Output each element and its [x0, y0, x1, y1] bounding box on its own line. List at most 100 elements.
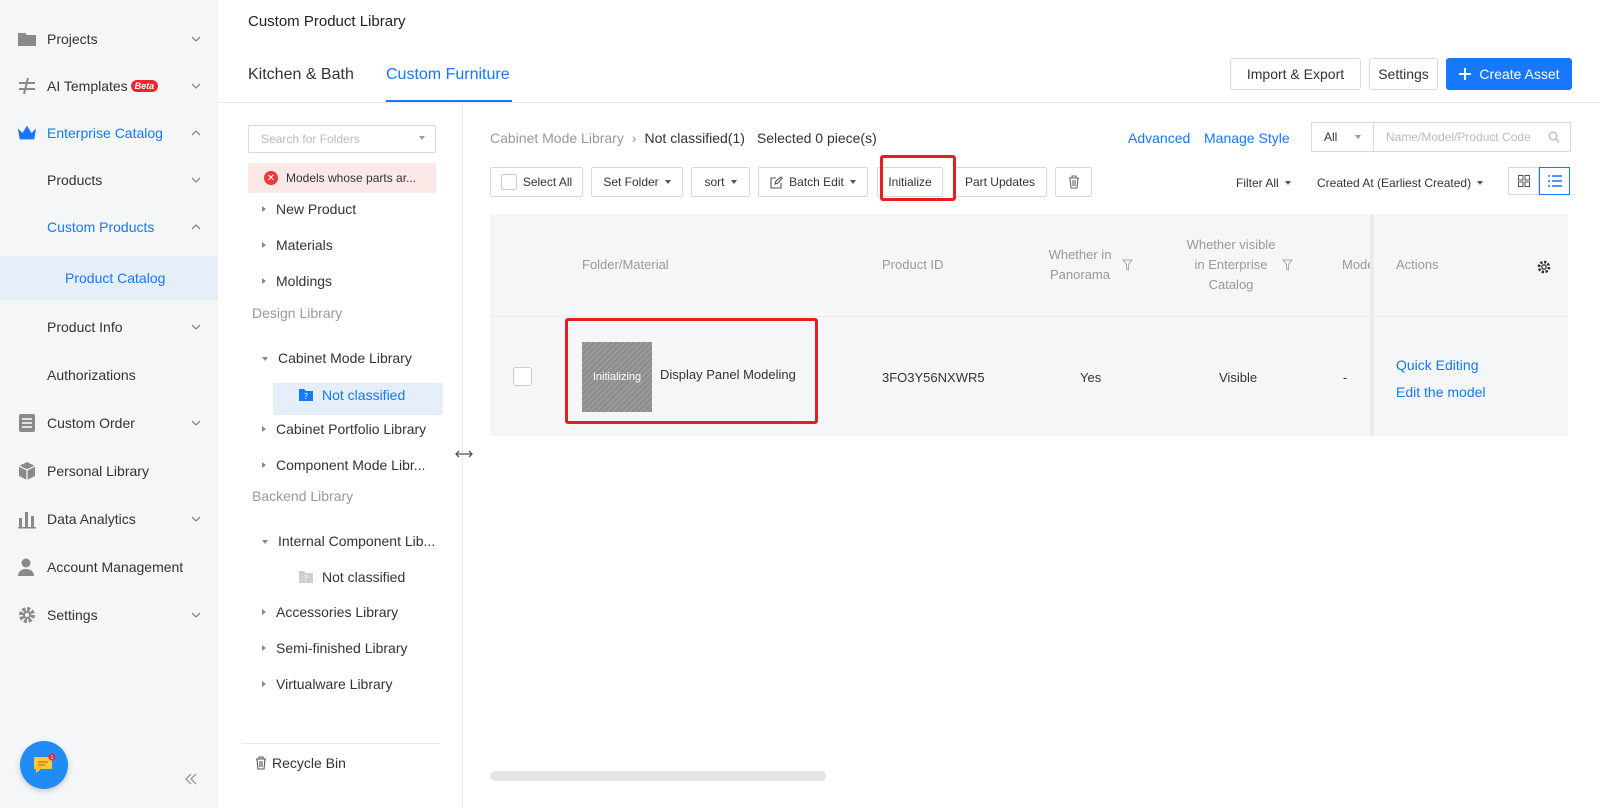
tree-item-virtualware[interactable]: Virtualware Library: [262, 676, 392, 692]
sidebar-item-products[interactable]: Products: [0, 158, 218, 202]
in-panorama-value: Yes: [1080, 370, 1102, 385]
error-folder-item[interactable]: ✕ Models whose parts ar...: [248, 163, 436, 193]
create-asset-button[interactable]: Create Asset: [1446, 58, 1572, 90]
tree-item-not-classified-2[interactable]: ? Not classified: [298, 569, 405, 585]
panel-resize-handle-icon[interactable]: [455, 446, 473, 462]
recycle-bin-button[interactable]: Recycle Bin: [254, 755, 346, 771]
sidebar-item-account-management[interactable]: Account Management: [0, 545, 218, 589]
filter-all-dropdown[interactable]: Filter All: [1236, 176, 1291, 190]
grid-view-toggle[interactable]: [1508, 167, 1539, 195]
list-icon: [1547, 175, 1562, 187]
svg-text:?: ?: [304, 392, 308, 401]
selected-count: Selected 0 piece(s): [756, 130, 877, 146]
folder-tree-panel: Search for Folders ✕ Models whose parts …: [218, 103, 463, 808]
column-settings-gear-icon[interactable]: [1536, 259, 1552, 275]
caret-right-icon: [262, 609, 266, 615]
settings-button[interactable]: Settings: [1369, 58, 1438, 90]
ai-templates-icon: [17, 76, 37, 96]
sidebar-item-product-catalog[interactable]: Product Catalog: [0, 256, 218, 300]
tree-item-not-classified-label[interactable]: ? Not classified: [298, 387, 405, 403]
folder-question-icon: ?: [299, 571, 313, 583]
plus-icon: [1459, 68, 1472, 80]
list-view-toggle[interactable]: [1539, 167, 1570, 195]
tree-divider: [242, 743, 440, 744]
breadcrumb-root[interactable]: Cabinet Mode Library: [490, 130, 624, 146]
filter-icon[interactable]: [1282, 259, 1293, 271]
product-id: 3FO3Y56NXWR5: [882, 370, 985, 385]
select-all-checkbox[interactable]: [500, 174, 517, 190]
app-root: Projects AI Templates Beta Enterprise Cat…: [0, 0, 1600, 808]
sidebar-item-label: AI Templates: [47, 78, 128, 94]
delete-button[interactable]: [1055, 167, 1092, 197]
chat-support-button[interactable]: 1: [20, 741, 68, 789]
horizontal-scrollbar[interactable]: [490, 771, 826, 781]
sidebar-item-personal-library[interactable]: Personal Library: [0, 449, 218, 493]
product-thumbnail[interactable]: Initializing: [582, 342, 652, 412]
sidebar-item-custom-order[interactable]: Custom Order: [0, 401, 218, 445]
tree-item-new-product[interactable]: New Product: [262, 201, 356, 217]
caret-down-icon: [419, 136, 425, 140]
caret-right-icon: [262, 426, 266, 432]
sidebar-item-label: Account Management: [47, 559, 184, 575]
sidebar-item-custom-products[interactable]: Custom Products: [0, 205, 218, 249]
caret-right-icon: [262, 206, 266, 212]
caret-right-icon: [262, 242, 266, 248]
sidebar-item-label: Product Catalog: [65, 270, 166, 286]
sticky-column-divider: [1370, 214, 1374, 436]
chevron-down-icon: [191, 324, 201, 330]
row-checkbox[interactable]: [513, 367, 532, 386]
sidebar-item-label: Custom Order: [47, 415, 135, 431]
sidebar-item-data-analytics[interactable]: Data Analytics: [0, 497, 218, 541]
tree-section-backend: Backend Library: [252, 488, 354, 504]
caret-down-icon: [849, 180, 856, 184]
caret-down-icon: [262, 540, 268, 544]
part-updates-button[interactable]: Part Updates: [953, 167, 1047, 197]
visible-value: Visible: [1219, 370, 1258, 385]
tab-kitchen-bath[interactable]: Kitchen & Bath: [248, 66, 354, 84]
error-icon: ✕: [264, 171, 278, 185]
sidebar-item-authorizations[interactable]: Authorizations: [0, 353, 218, 397]
sort-order-dropdown[interactable]: Created At (Earliest Created): [1317, 176, 1484, 190]
tree-item-cabinet-mode-library[interactable]: Cabinet Mode Library: [262, 350, 412, 366]
batch-edit-button[interactable]: Batch Edit: [758, 167, 868, 197]
sidebar-item-label: Settings: [47, 607, 98, 623]
tree-item-accessories[interactable]: Accessories Library: [262, 604, 398, 620]
tree-item-moldings[interactable]: Moldings: [262, 273, 332, 289]
import-export-button[interactable]: Import & Export: [1230, 58, 1361, 90]
filter-icon[interactable]: [1122, 259, 1133, 271]
sidebar-item-ai-templates[interactable]: AI Templates Beta: [0, 64, 218, 108]
folder-search-select[interactable]: Search for Folders: [248, 125, 436, 153]
trash-icon: [256, 756, 266, 770]
sidebar-item-settings[interactable]: Settings: [0, 593, 218, 637]
tree-item-internal-component[interactable]: Internal Component Lib...: [262, 533, 435, 549]
sort-button[interactable]: sort: [691, 167, 750, 197]
tree-item-semi-finished[interactable]: Semi-finished Library: [262, 640, 408, 656]
search-scope-select[interactable]: All: [1311, 122, 1373, 152]
tree-item-component-mode[interactable]: Component Mode Libr...: [262, 457, 425, 473]
chevron-down-icon: [191, 612, 201, 618]
advanced-link[interactable]: Advanced: [1128, 130, 1190, 146]
tree-item-materials[interactable]: Materials: [262, 237, 333, 253]
set-folder-button[interactable]: Set Folder: [591, 167, 683, 197]
initialize-button[interactable]: Initialize: [877, 167, 943, 197]
manage-style-link[interactable]: Manage Style: [1204, 130, 1290, 146]
chevron-down-icon: [191, 420, 201, 426]
chevron-down-icon: [191, 177, 201, 183]
tree-item-cabinet-portfolio[interactable]: Cabinet Portfolio Library: [262, 421, 426, 437]
product-name[interactable]: Display Panel Modeling: [660, 367, 796, 382]
search-icon: [1548, 131, 1560, 143]
tab-custom-furniture[interactable]: Custom Furniture: [386, 66, 510, 84]
chevron-down-icon: [191, 36, 201, 42]
sidebar-item-label: Projects: [47, 31, 98, 47]
quick-editing-link[interactable]: Quick Editing: [1396, 357, 1478, 373]
select-all-button[interactable]: Select All: [490, 167, 583, 197]
sidebar-item-projects[interactable]: Projects: [0, 17, 218, 61]
chevron-up-icon: [191, 224, 201, 230]
collapse-sidebar-icon[interactable]: [184, 772, 198, 790]
sidebar-item-product-info[interactable]: Product Info: [0, 305, 218, 349]
col-visible-in-catalog: Whether visible in Enterprise Catalog: [1186, 237, 1276, 292]
svg-text:?: ?: [304, 574, 308, 583]
edit-the-model-link[interactable]: Edit the model: [1396, 384, 1486, 400]
product-search-input[interactable]: Name/Model/Product Code: [1373, 122, 1571, 152]
sidebar-item-enterprise-catalog[interactable]: Enterprise Catalog: [0, 111, 218, 155]
